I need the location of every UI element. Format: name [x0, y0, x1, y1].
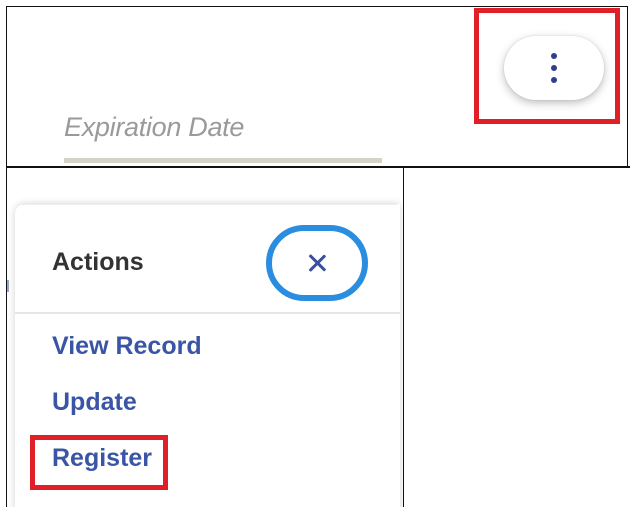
menu-divider: [15, 312, 400, 314]
menu-item-view-record[interactable]: View Record: [52, 332, 202, 361]
register-highlight-box: [30, 435, 168, 490]
close-menu-button[interactable]: [266, 225, 368, 301]
expiration-date-label: Expiration Date: [64, 112, 245, 142]
more-actions-highlight-box: [474, 8, 620, 124]
menu-item-update[interactable]: Update: [52, 388, 137, 417]
expiration-date-field-underline[interactable]: [64, 158, 382, 163]
bottom-screenshot-panel: Actions View Record Update Register: [6, 168, 404, 507]
background-text-fragment: [7, 280, 13, 292]
menu-top-edge: [17, 204, 397, 205]
actions-menu-title: Actions: [52, 248, 144, 276]
close-icon: [307, 253, 327, 273]
